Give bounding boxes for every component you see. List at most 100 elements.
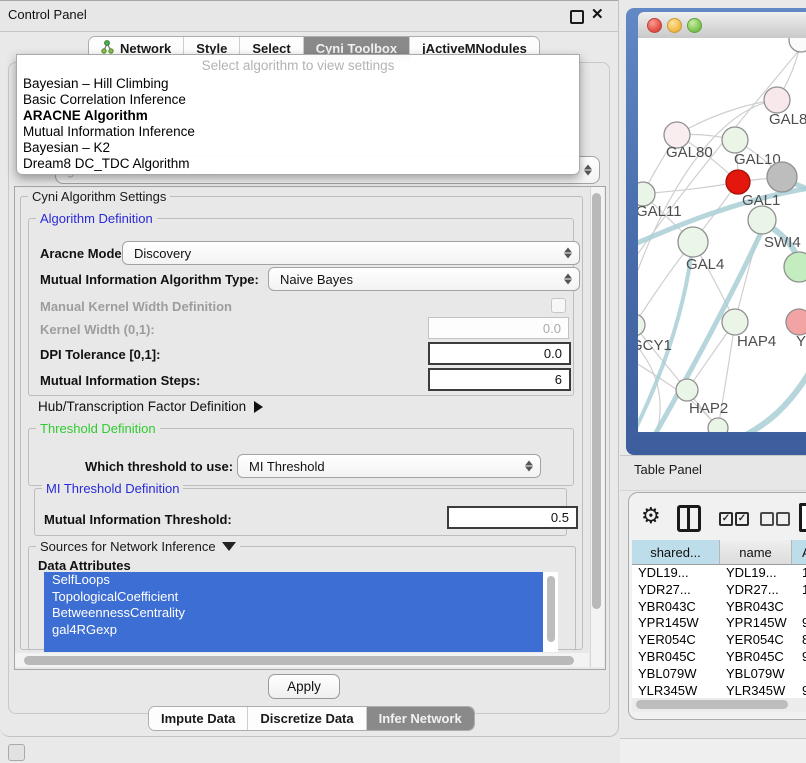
graph-node-y[interactable] bbox=[786, 309, 806, 335]
column-header-shared-name[interactable]: shared... bbox=[632, 540, 720, 565]
graph-node[interactable] bbox=[767, 162, 797, 192]
unchecked-checkbox-icon[interactable] bbox=[776, 512, 790, 526]
node-table[interactable]: shared... name A YDL19...YDL19...13...YD… bbox=[632, 540, 806, 700]
tab-impute-data[interactable]: Impute Data bbox=[149, 707, 248, 730]
table-row[interactable]: YBR045CYBR045C9... bbox=[632, 649, 806, 666]
data-attribute-item[interactable]: SelfLoops bbox=[44, 572, 558, 589]
graph-node-label: GAL80 bbox=[666, 144, 713, 161]
gear-icon[interactable]: ⚙ bbox=[641, 504, 661, 528]
kernel-width-field[interactable]: 0.0 bbox=[428, 317, 569, 339]
table-cell: 12... bbox=[802, 582, 806, 599]
table-cell: YBL079W bbox=[726, 666, 790, 683]
popup-item-aracne[interactable]: ARACNE Algorithm bbox=[23, 108, 148, 123]
data-attribute-item[interactable] bbox=[44, 638, 558, 652]
graph-node-gal1[interactable] bbox=[726, 170, 750, 194]
data-attributes-list[interactable]: SelfLoopsTopologicalCoefficientBetweenne… bbox=[44, 572, 558, 652]
expander-down-icon bbox=[222, 542, 236, 551]
horizontal-scrollbar-thumb[interactable] bbox=[24, 656, 574, 665]
tab-infer-network[interactable]: Infer Network bbox=[367, 707, 474, 730]
popup-placeholder: Select algorithm to view settings bbox=[17, 58, 579, 73]
graph-node[interactable] bbox=[784, 252, 806, 282]
combo-spinner-icon bbox=[584, 165, 592, 176]
zoom-traffic-light[interactable] bbox=[687, 18, 702, 33]
graph-node-label: GAL4 bbox=[686, 256, 724, 273]
table-cell: YBL079W bbox=[638, 666, 718, 683]
checked-checkbox-icon[interactable]: ✓ bbox=[735, 512, 749, 526]
graph-node-gal4[interactable] bbox=[678, 227, 708, 257]
popup-item-bayesian-k2[interactable]: Bayesian – K2 bbox=[23, 140, 110, 155]
close-traffic-light[interactable] bbox=[647, 18, 662, 33]
data-attribute-item[interactable]: BetweennessCentrality bbox=[44, 605, 558, 622]
popup-item-bayesian-hill-climbing[interactable]: Bayesian – Hill Climbing bbox=[23, 76, 169, 91]
columns-icon[interactable] bbox=[677, 505, 701, 532]
close-icon[interactable]: ✕ bbox=[591, 5, 604, 23]
graph-node-hap2[interactable] bbox=[676, 379, 698, 401]
column-header-clipped[interactable]: A bbox=[792, 540, 806, 565]
tab-discretize-data[interactable]: Discretize Data bbox=[248, 707, 366, 730]
float-window-icon[interactable] bbox=[570, 10, 584, 24]
unchecked-checkbox-icon[interactable] bbox=[760, 512, 774, 526]
mi-type-combo[interactable]: Naive Bayes bbox=[268, 267, 580, 291]
popup-item-dream8[interactable]: Dream8 DC_TDC Algorithm bbox=[23, 156, 190, 171]
manual-kernel-checkbox[interactable] bbox=[551, 298, 566, 313]
table-cell: YLR345W bbox=[638, 683, 718, 700]
graph-node-gal10[interactable] bbox=[722, 127, 748, 153]
mi-steps-field[interactable]: 6 bbox=[428, 368, 571, 391]
table-cell bbox=[802, 666, 806, 683]
popup-item-basic-correlation[interactable]: Basic Correlation Inference bbox=[23, 92, 186, 107]
apply-button[interactable]: Apply bbox=[268, 674, 340, 699]
mi-threshold-field[interactable]: 0.5 bbox=[447, 506, 578, 529]
network-window-titlebar[interactable] bbox=[638, 12, 806, 39]
table-cell: YPR145W bbox=[726, 615, 790, 632]
expander-right-icon bbox=[254, 401, 263, 413]
graph-node[interactable] bbox=[789, 38, 806, 52]
graph-node-gal8[interactable] bbox=[764, 87, 790, 113]
which-threshold-combo[interactable]: MI Threshold bbox=[237, 454, 541, 478]
cyni-bottom-tabs: Impute Data Discretize Data Infer Networ… bbox=[148, 706, 475, 731]
mi-type-label: Mutual Information Algorithm Type: bbox=[40, 272, 259, 287]
document-icon[interactable] bbox=[799, 503, 806, 532]
data-attribute-item[interactable]: TopologicalCoefficient bbox=[44, 589, 558, 606]
table-row[interactable]: YBR043CYBR043C bbox=[632, 599, 806, 616]
graph-node-label: GCY1 bbox=[638, 337, 672, 354]
list-scrollbar-thumb[interactable] bbox=[547, 576, 555, 642]
data-attribute-item[interactable]: gal4RGexp bbox=[44, 622, 558, 639]
graph-node-label: HAP2 bbox=[689, 400, 728, 417]
table-row[interactable]: YER054CYER054C8... bbox=[632, 632, 806, 649]
minimize-traffic-light[interactable] bbox=[667, 18, 682, 33]
table-cell: YER054C bbox=[638, 632, 718, 649]
algorithm-definition-title: Algorithm Definition bbox=[36, 211, 157, 226]
hub-definition-expander[interactable]: Hub/Transcription Factor Definition bbox=[38, 399, 263, 414]
column-header-name[interactable]: name bbox=[720, 540, 792, 565]
popup-item-mutual-information[interactable]: Mutual Information Inference bbox=[23, 124, 195, 139]
graph-node[interactable] bbox=[708, 418, 728, 432]
graph-node-hap4[interactable] bbox=[722, 309, 748, 335]
table-row[interactable]: YDR27...YDR27...12... bbox=[632, 582, 806, 599]
table-horizontal-scrollbar-thumb[interactable] bbox=[636, 700, 788, 709]
minimized-panel-icon[interactable] bbox=[8, 744, 25, 761]
graph-node-label: GAL11 bbox=[638, 203, 682, 220]
table-cell: YBR045C bbox=[726, 649, 790, 666]
graph-node-label: Y bbox=[796, 333, 806, 350]
graph-node-label: HAP4 bbox=[737, 333, 776, 350]
table-cell: YBR043C bbox=[726, 599, 790, 616]
mi-steps-label: Mutual Information Steps: bbox=[40, 373, 200, 388]
aracne-mode-combo[interactable]: Discovery bbox=[122, 241, 580, 265]
sources-expander[interactable]: Sources for Network Inference bbox=[36, 539, 240, 554]
table-cell: 8... bbox=[802, 632, 806, 649]
data-attributes-label: Data Attributes bbox=[38, 558, 131, 573]
mi-threshold-definition-title: MI Threshold Definition bbox=[42, 481, 183, 496]
graph-node-swi4[interactable] bbox=[748, 206, 776, 234]
checked-checkbox-icon[interactable]: ✓ bbox=[719, 512, 733, 526]
dpi-tolerance-field[interactable]: 0.0 bbox=[428, 342, 571, 365]
table-row[interactable]: YDL19...YDL19...13... bbox=[632, 565, 806, 582]
graph-node-gcy1[interactable] bbox=[638, 314, 645, 336]
table-row[interactable]: YBL079W YBL079W bbox=[632, 666, 806, 683]
table-row[interactable]: YPR145WYPR145W9... bbox=[632, 615, 806, 632]
table-cell: 9... bbox=[802, 683, 806, 700]
table-row[interactable]: YLR345W YLR345W 9... bbox=[632, 683, 806, 700]
network-canvas[interactable]: GAL8GAL80GAL10GAL1GAL11SWI4GAL4HAP4YGCY1… bbox=[638, 38, 806, 432]
table-cell: YLR345W bbox=[726, 683, 790, 700]
table-cell: 9... bbox=[802, 615, 806, 632]
vertical-scrollbar-thumb[interactable] bbox=[592, 193, 601, 609]
